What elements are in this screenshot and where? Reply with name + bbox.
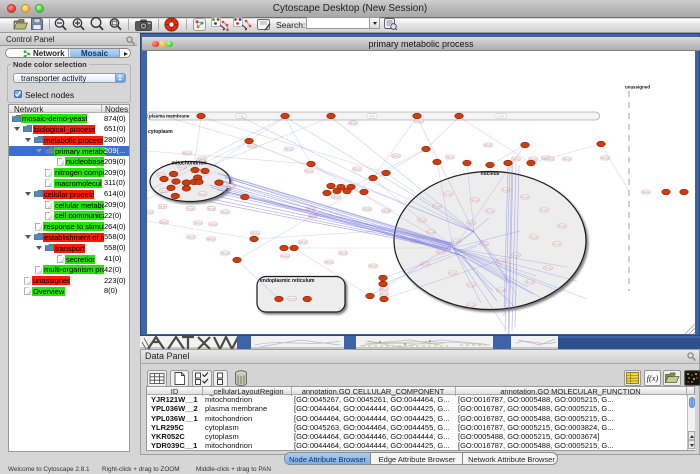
svg-text:p (s): p (s) — [498, 114, 503, 118]
svg-text:Nu (s): Nu (s) — [484, 143, 491, 147]
svg-text:Nu (s): Nu (s) — [187, 207, 194, 211]
svg-text:Nu (s): Nu (s) — [563, 157, 570, 161]
svg-text:Su (a): Su (a) — [553, 242, 560, 246]
svg-text:Nu (s): Nu (s) — [281, 254, 288, 258]
svg-text:Su (a): Su (a) — [467, 303, 474, 307]
svg-text:Nu (s): Nu (s) — [642, 190, 649, 194]
svg-text:Nu (s): Nu (s) — [380, 292, 387, 296]
svg-text:Nu (s): Nu (s) — [285, 147, 292, 151]
svg-text:Su (a): Su (a) — [544, 266, 551, 270]
svg-text:Nu (s): Nu (s) — [363, 207, 370, 211]
svg-text:Nu (s): Nu (s) — [187, 235, 194, 239]
svg-text:Nu (s): Nu (s) — [299, 240, 306, 244]
svg-text:Su (a): Su (a) — [530, 235, 537, 239]
svg-text:Nu (s): Nu (s) — [332, 195, 339, 199]
svg-text:Nu (s): Nu (s) — [349, 121, 356, 125]
svg-text:Nu (s): Nu (s) — [288, 297, 295, 301]
svg-text:Nu (s): Nu (s) — [339, 251, 346, 255]
svg-text:Su (a): Su (a) — [540, 208, 547, 212]
svg-text:Nu (s): Nu (s) — [601, 156, 608, 160]
svg-text:Nu (s): Nu (s) — [194, 221, 201, 225]
svg-text:Nu (s): Nu (s) — [159, 205, 166, 209]
svg-text:Nu (s): Nu (s) — [325, 260, 332, 264]
svg-text:p (s): p (s) — [369, 114, 374, 118]
svg-text:mitochondrion: mitochondrion — [172, 161, 207, 167]
svg-text:Nu (s): Nu (s) — [207, 237, 214, 241]
svg-text:Nu (s): Nu (s) — [353, 167, 360, 171]
svg-text:p (s): p (s) — [238, 114, 243, 118]
svg-text:nucleus: nucleus — [481, 171, 500, 177]
svg-text:f(x): f(x) — [647, 373, 659, 383]
svg-text:Nu (s): Nu (s) — [199, 192, 206, 196]
svg-text:Nu (s): Nu (s) — [446, 155, 453, 159]
svg-text:Nu (s): Nu (s) — [248, 144, 255, 148]
svg-text:Su (a): Su (a) — [449, 271, 456, 275]
svg-text:Nu (s): Nu (s) — [221, 251, 228, 255]
svg-text:Su (a): Su (a) — [471, 198, 478, 202]
svg-text:Su (a): Su (a) — [558, 224, 565, 228]
svg-text:Nu (s): Nu (s) — [251, 231, 258, 235]
svg-text:Su (a): Su (a) — [502, 188, 509, 192]
svg-text:Nu (s): Nu (s) — [305, 169, 312, 173]
svg-text:endoplasmic reticulum: endoplasmic reticulum — [260, 278, 315, 284]
svg-text:Nu (s): Nu (s) — [221, 210, 228, 214]
svg-text:Nu (s): Nu (s) — [369, 264, 376, 268]
svg-text:Nu (s): Nu (s) — [392, 154, 399, 158]
svg-text:Su (a): Su (a) — [444, 192, 451, 196]
svg-text:Nu (s): Nu (s) — [208, 207, 215, 211]
svg-text:unassigned: unassigned — [625, 85, 650, 90]
svg-text:Nu (s): Nu (s) — [147, 210, 153, 214]
svg-text:Nu (s): Nu (s) — [160, 189, 167, 193]
svg-text:cytoplasm: cytoplasm — [148, 129, 173, 135]
svg-text:Su (a): Su (a) — [521, 195, 528, 199]
svg-text:Nu (s): Nu (s) — [209, 222, 216, 226]
svg-text:Su (a): Su (a) — [486, 209, 493, 213]
